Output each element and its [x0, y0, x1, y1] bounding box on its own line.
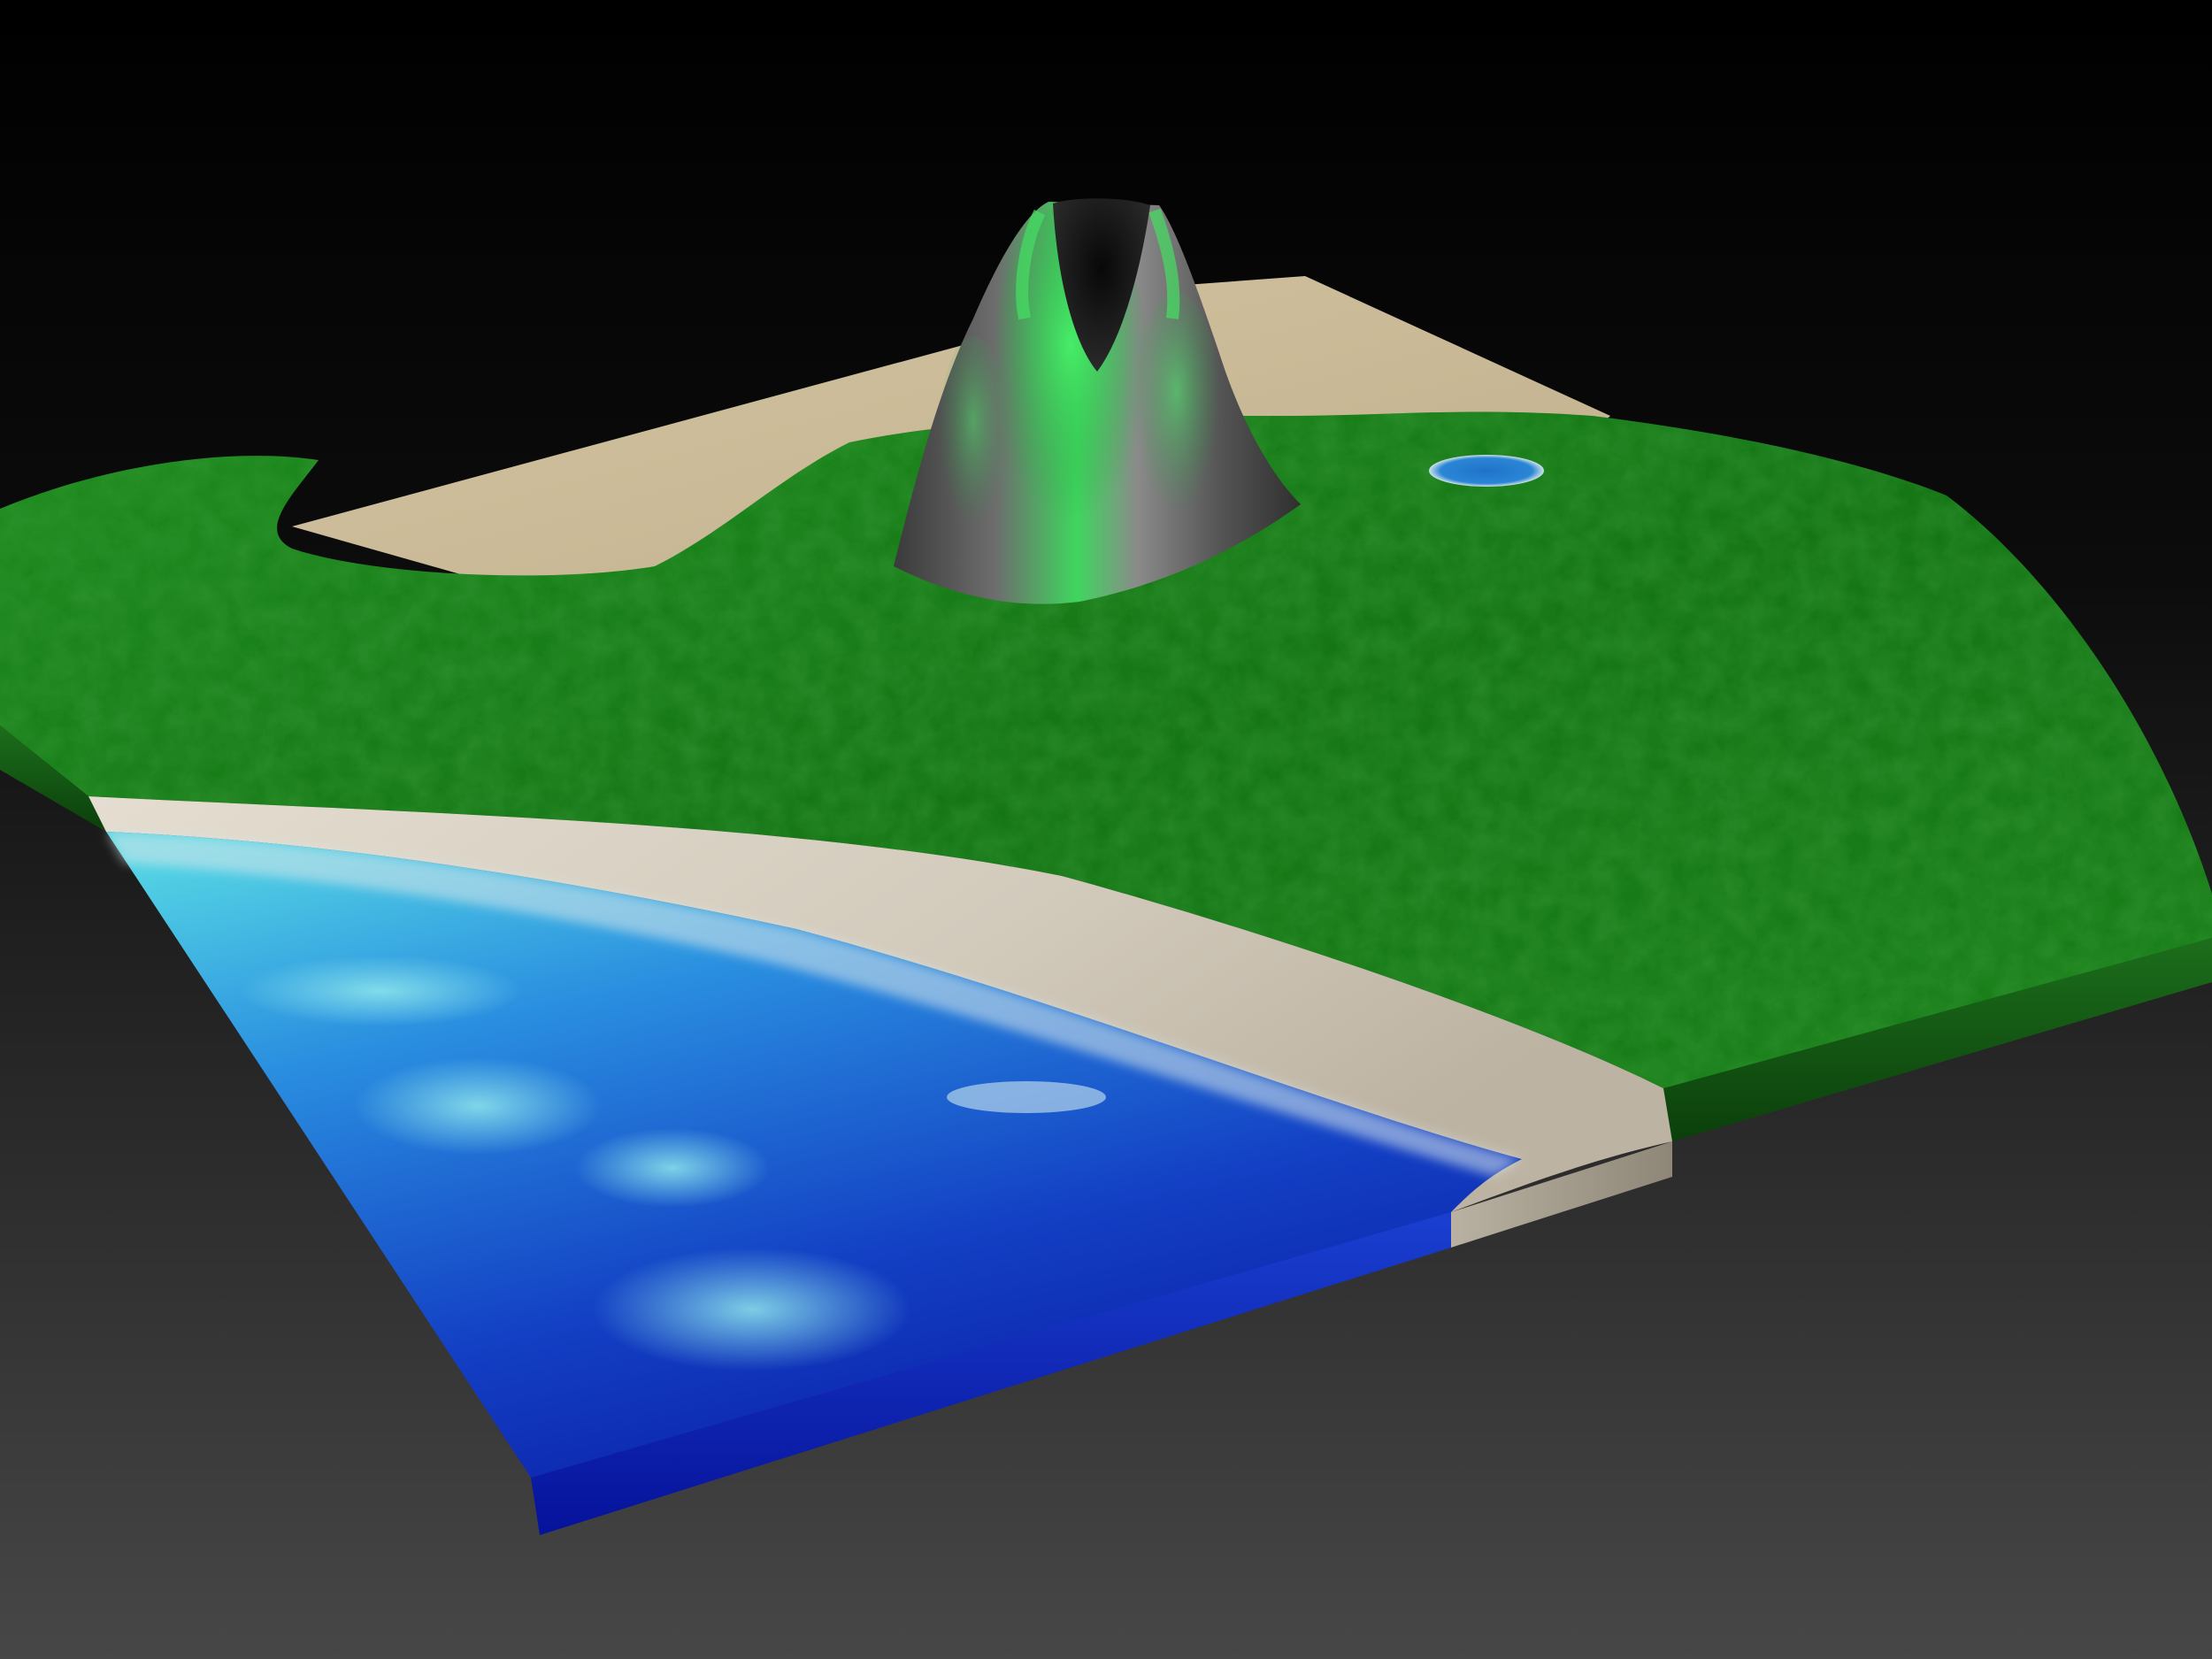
pond-icon	[1429, 455, 1544, 487]
3d-viewport[interactable]	[0, 0, 2212, 1659]
terrain-render	[0, 0, 2212, 1659]
